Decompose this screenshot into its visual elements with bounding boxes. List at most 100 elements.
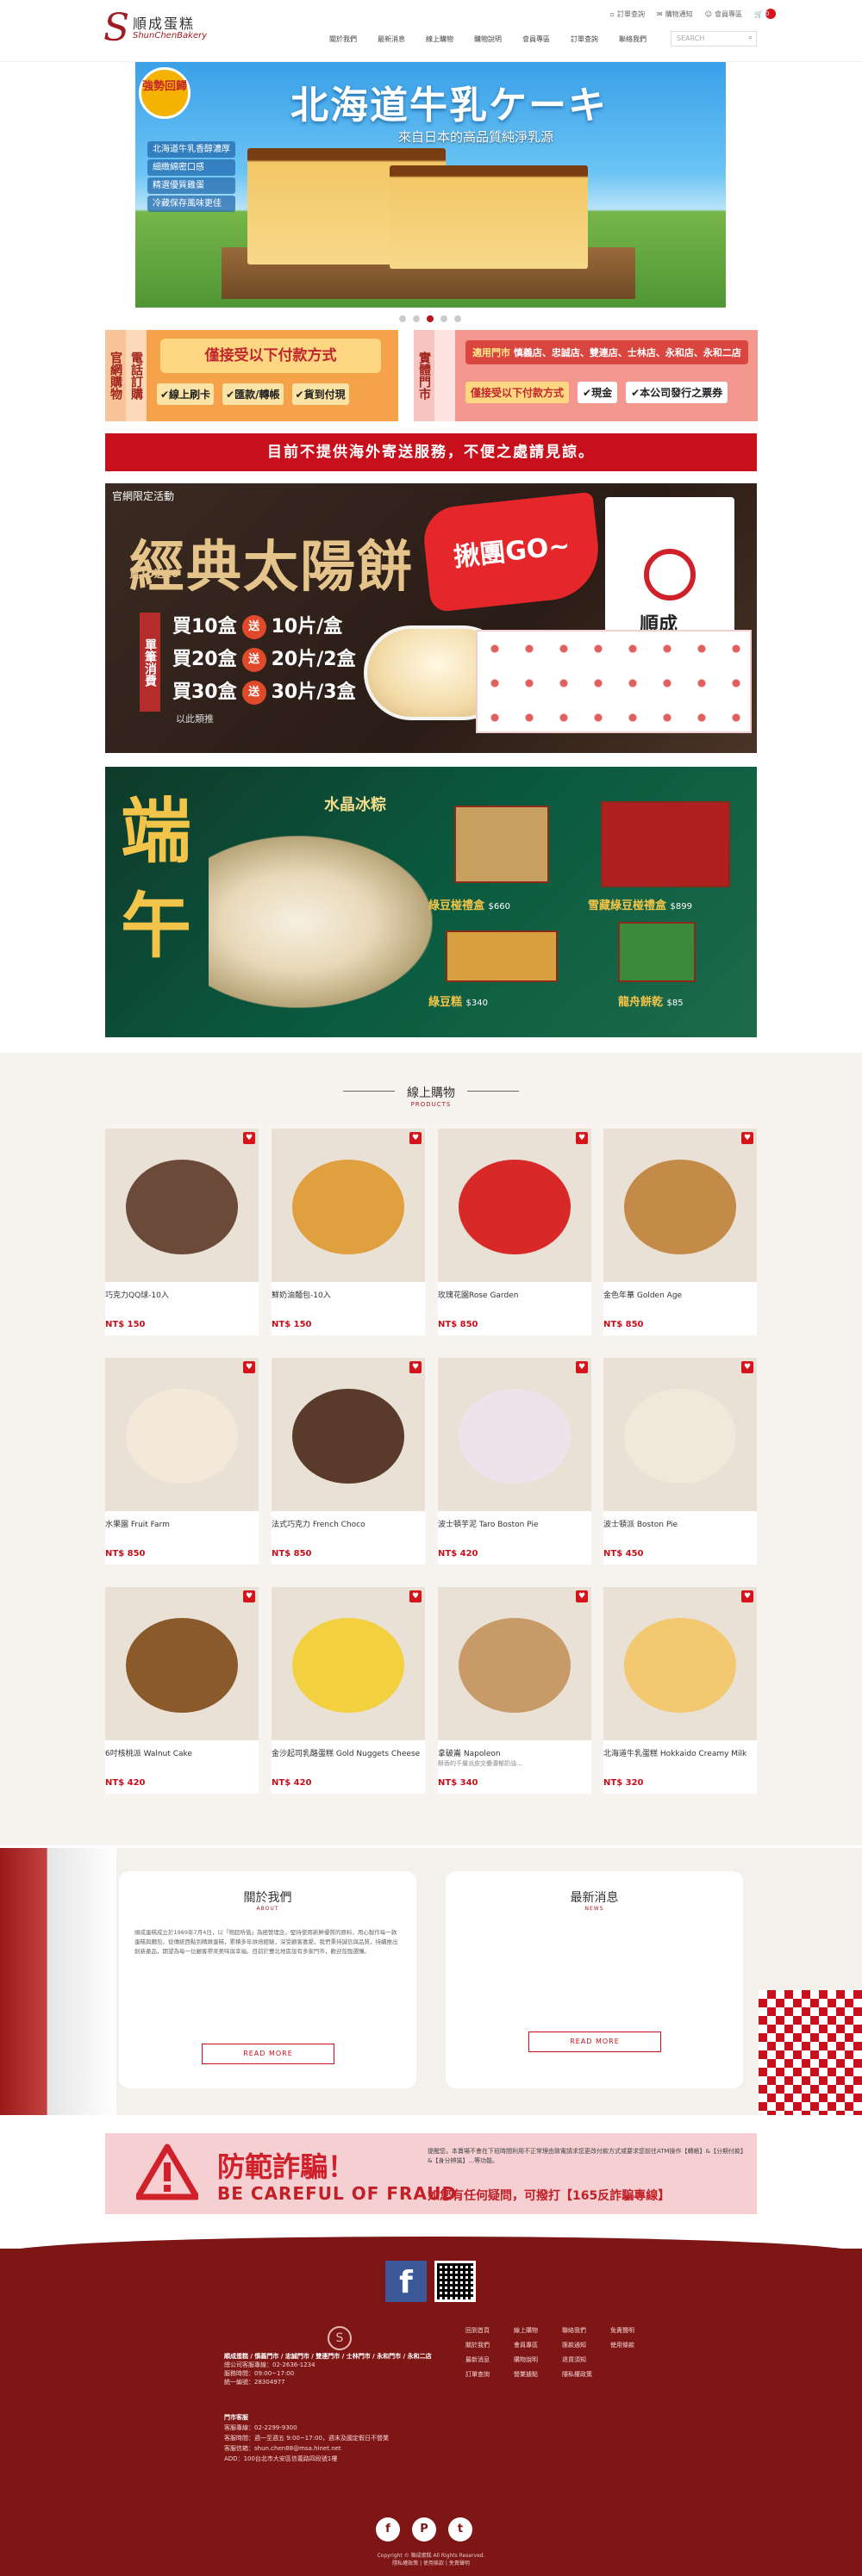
footer-link[interactable]: 營業據點 xyxy=(514,2370,562,2379)
product-name[interactable]: 波士頓派 Boston Pie xyxy=(603,1518,757,1529)
product-name[interactable]: 玫瑰花園Rose Garden xyxy=(438,1289,591,1300)
product-image[interactable] xyxy=(438,1129,591,1282)
product-name[interactable]: 金色年華 Golden Age xyxy=(603,1289,757,1300)
sun-cake-promo-banner[interactable]: 官網限定活動 經典太陽餅 買10送10 單筆消費 買10盒送 10片/盒 買20盒… xyxy=(105,483,757,753)
about-read-more-button[interactable]: READ MORE xyxy=(202,2044,334,2064)
product-name[interactable]: 波士頓芋泥 Taro Boston Pie xyxy=(438,1518,591,1529)
product-card[interactable]: ♥ 玫瑰花園Rose Garden NT$ 850 xyxy=(438,1129,591,1335)
product-image[interactable] xyxy=(105,1587,259,1740)
nav-shop[interactable]: 線上購物 xyxy=(415,34,464,44)
banner-points: 北海道牛乳香醇濃厚 細緻綿密口感 精選優質雞蛋 冷藏保存風味更佳 xyxy=(147,141,235,214)
favorite-heart-icon[interactable]: ♥ xyxy=(243,1361,255,1373)
footer-legal-links[interactable]: 隱私權政策 | 使用條款 | 免責聲明 xyxy=(0,2560,862,2567)
contact-email[interactable]: 客服信箱：shun.chen88@msa.hinet.net xyxy=(224,2443,389,2454)
favorite-heart-icon[interactable]: ♥ xyxy=(741,1132,753,1144)
footer-link[interactable]: 回到首頁 xyxy=(465,2326,514,2335)
favorite-heart-icon[interactable]: ♥ xyxy=(409,1361,422,1373)
site-logo[interactable]: S 順成蛋糕 ShunChenBakery xyxy=(103,9,207,50)
product-image[interactable] xyxy=(272,1129,425,1282)
promo2-item: 雪藏綠豆椪禮盒 $899 xyxy=(588,896,692,912)
footer-link[interactable]: 線上購物 xyxy=(514,2326,562,2335)
favorite-heart-icon[interactable]: ♥ xyxy=(741,1361,753,1373)
util-notice[interactable]: ✉ 購物通知 xyxy=(657,7,693,21)
product-card[interactable]: ♥ 法式巧克力 French Choco NT$ 850 xyxy=(272,1358,425,1565)
favorite-heart-icon[interactable]: ♥ xyxy=(576,1361,588,1373)
favorite-heart-icon[interactable]: ♥ xyxy=(409,1132,422,1144)
util-member[interactable]: ☺ 會員專區 xyxy=(705,7,742,21)
pay-method: ✔本公司發行之票券 xyxy=(626,382,728,403)
brand-logo-icon xyxy=(644,549,696,600)
product-card[interactable]: ♥ 水果園 Fruit Farm NT$ 850 xyxy=(105,1358,259,1565)
util-orders[interactable]: ▫ 訂單查詢 xyxy=(610,7,645,21)
footer-link[interactable]: 最新消息 xyxy=(465,2355,514,2364)
favorite-heart-icon[interactable]: ♥ xyxy=(243,1132,255,1144)
footer-link[interactable]: 退貨須知 xyxy=(562,2355,610,2364)
product-name[interactable]: 法式巧克力 French Choco xyxy=(272,1518,425,1529)
product-card[interactable]: ♥ 金色年華 Golden Age NT$ 850 xyxy=(603,1129,757,1335)
hero-banner[interactable]: 強勢回歸 北海道牛乳ケーキ 來自日本的高品質純淨乳源 北海道牛乳香醇濃厚 細緻綿… xyxy=(135,62,726,308)
product-card[interactable]: ♥ 鮮奶油麵包-10入 NT$ 150 xyxy=(272,1129,425,1335)
banner-dot-active[interactable] xyxy=(427,315,434,322)
favorite-heart-icon[interactable]: ♥ xyxy=(409,1590,422,1602)
footer-link[interactable]: 購物說明 xyxy=(514,2355,562,2364)
product-name[interactable]: 北海道牛乳蛋糕 Hokkaido Creamy Milk xyxy=(603,1747,757,1758)
footer-link[interactable] xyxy=(610,2370,659,2379)
product-name[interactable]: 鮮奶油麵包-10入 xyxy=(272,1289,425,1300)
product-card[interactable]: ♥ 拿破崙 Napoleon 酥香的千層派皮交疊濃郁奶油... NT$ 340 xyxy=(438,1587,591,1794)
product-card[interactable]: ♥ 6吋核桃派 Walnut Cake NT$ 420 xyxy=(105,1587,259,1794)
product-name[interactable]: 水果園 Fruit Farm xyxy=(105,1518,259,1529)
banner-dot[interactable] xyxy=(413,315,420,322)
footer-link[interactable]: 匯款通知 xyxy=(562,2341,610,2349)
product-image[interactable] xyxy=(603,1129,757,1282)
footer-link[interactable]: 免責聲明 xyxy=(610,2326,659,2335)
product-image[interactable] xyxy=(272,1358,425,1511)
product-name[interactable]: 拿破崙 Napoleon xyxy=(438,1747,591,1758)
line-icon[interactable]: P xyxy=(412,2517,436,2542)
product-image[interactable] xyxy=(438,1358,591,1511)
search-input[interactable]: SEARCH ⌕ xyxy=(671,31,757,47)
nav-guide[interactable]: 購物說明 xyxy=(464,34,512,44)
dragon-boat-promo-banner[interactable]: 端午 水晶冰粽 綠豆椪禮盒 $660 雪藏綠豆椪禮盒 $899 綠豆糕 $340… xyxy=(105,767,757,1037)
twitter-icon[interactable]: t xyxy=(448,2517,472,2542)
nav-contact[interactable]: 聯絡我們 xyxy=(609,34,657,44)
favorite-heart-icon[interactable]: ♥ xyxy=(243,1590,255,1602)
footer-link[interactable]: 訂單查詢 xyxy=(465,2370,514,2379)
favorite-heart-icon[interactable]: ♥ xyxy=(576,1590,588,1602)
facebook-icon[interactable]: f xyxy=(376,2517,400,2542)
product-image[interactable] xyxy=(603,1358,757,1511)
search-icon[interactable]: ⌕ xyxy=(748,34,753,42)
footer-link[interactable]: 隱私權政策 xyxy=(562,2370,610,2379)
product-card[interactable]: ♥ 巧克力QQ球-10入 NT$ 150 xyxy=(105,1129,259,1335)
footer-link[interactable] xyxy=(610,2355,659,2364)
product-photo xyxy=(459,1160,571,1254)
product-card[interactable]: ♥ 波士頓派 Boston Pie NT$ 450 xyxy=(603,1358,757,1565)
nav-orders[interactable]: 訂單查詢 xyxy=(560,34,609,44)
favorite-heart-icon[interactable]: ♥ xyxy=(576,1132,588,1144)
product-name[interactable]: 6吋核桃派 Walnut Cake xyxy=(105,1747,259,1758)
product-image[interactable] xyxy=(438,1587,591,1740)
footer-link[interactable]: 使用條款 xyxy=(610,2341,659,2349)
favorite-heart-icon[interactable]: ♥ xyxy=(741,1590,753,1602)
nav-about[interactable]: 關於我們 xyxy=(319,34,367,44)
banner-dot[interactable] xyxy=(440,315,447,322)
footer-link[interactable]: 聯絡我們 xyxy=(562,2326,610,2335)
product-card[interactable]: ♥ 北海道牛乳蛋糕 Hokkaido Creamy Milk NT$ 320 xyxy=(603,1587,757,1794)
product-name[interactable]: 巧克力QQ球-10入 xyxy=(105,1289,259,1300)
banner-dot[interactable] xyxy=(454,315,461,322)
product-image[interactable] xyxy=(603,1587,757,1740)
banner-dot[interactable] xyxy=(399,315,406,322)
facebook-icon[interactable]: f xyxy=(385,2261,427,2302)
product-card[interactable]: ♥ 金沙起司乳酪蛋糕 Gold Nuggets Cheese NT$ 420 xyxy=(272,1587,425,1794)
nav-news[interactable]: 最新消息 xyxy=(367,34,415,44)
product-image[interactable] xyxy=(272,1587,425,1740)
news-read-more-button[interactable]: READ MORE xyxy=(528,2032,661,2052)
product-image[interactable] xyxy=(105,1129,259,1282)
store-list-names: 慎義店、忠誠店、雙連店、士林店、永和店、永和二店 xyxy=(513,347,741,358)
product-card[interactable]: ♥ 波士頓芋泥 Taro Boston Pie NT$ 420 xyxy=(438,1358,591,1565)
cart-button[interactable]: 🛒 0 xyxy=(754,7,776,21)
product-image[interactable] xyxy=(105,1358,259,1511)
footer-link[interactable]: 關於我們 xyxy=(465,2341,514,2349)
nav-member[interactable]: 會員專區 xyxy=(512,34,560,44)
product-name[interactable]: 金沙起司乳酪蛋糕 Gold Nuggets Cheese xyxy=(272,1747,425,1758)
footer-link[interactable]: 會員專區 xyxy=(514,2341,562,2349)
